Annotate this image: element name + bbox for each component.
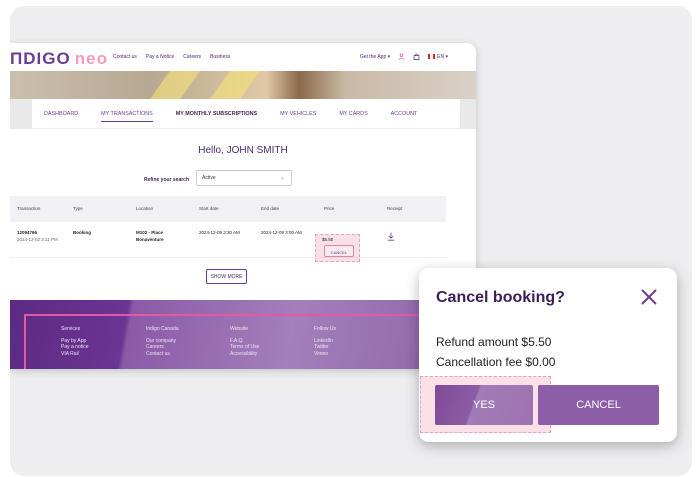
transaction-cell: 12094766 2024-12-02 3:11 PM: [17, 230, 58, 242]
screenshot-stage: ΠDIGO neo Contact us Pay a Notice Careers…: [10, 6, 692, 476]
footer-link[interactable]: Accessibility: [230, 351, 259, 357]
refine-label: Refine your search: [144, 177, 190, 183]
close-icon[interactable]: [639, 287, 659, 307]
modal-title: Cancel booking?: [436, 289, 565, 306]
table-row: 12094766 2024-12-02 3:11 PM Booking M102 …: [10, 222, 446, 258]
tab-my-vehicles[interactable]: MY VEHICLES: [280, 111, 316, 122]
column-header: Receipt: [387, 206, 403, 211]
row-cancel-button[interactable]: CANCEL: [324, 245, 354, 257]
account-tabs-bar: DASHBOARD MY TRANSACTIONS MY MONTHLY SUB…: [10, 99, 476, 129]
language-selector[interactable]: EN ▾: [428, 54, 448, 60]
footer-column-follow-us: Follow Us LinkedIn Twitter Vimeo: [314, 326, 336, 357]
page-greeting: Hello, JOHN SMITH: [198, 145, 288, 156]
top-nav-links: Contact us Pay a Notice Careers Business: [113, 54, 230, 60]
tab-my-monthly-subscriptions[interactable]: MY MONTHLY SUBSCRIPTIONS: [176, 111, 257, 122]
site-footer: Services Pay by App Pay a notice VIA Rai…: [10, 300, 476, 369]
footer-column-services: Services Pay by App Pay a notice VIA Rai…: [61, 326, 89, 357]
yes-button[interactable]: YES: [435, 385, 533, 425]
nav-link-careers[interactable]: Careers: [183, 54, 201, 60]
footer-column-indigo-canada: Indigo Canada Our company Careers Contac…: [146, 326, 179, 357]
refund-amount: Refund amount $5.50: [436, 335, 552, 349]
footer-link[interactable]: Pay a notice: [61, 344, 89, 350]
price-cell: $5.50: [322, 237, 334, 242]
nav-link-business[interactable]: Business: [210, 54, 230, 60]
brand-logo[interactable]: ΠDIGO neo: [10, 49, 108, 69]
footer-link[interactable]: VIA Rail: [61, 351, 89, 357]
footer-link[interactable]: Terms of Use: [230, 344, 259, 350]
end-date-cell: 2024-12-09 3:00 AM: [261, 230, 302, 235]
website-window: ΠDIGO neo Contact us Pay a Notice Careers…: [10, 43, 476, 369]
shopping-bag-icon[interactable]: [413, 53, 420, 60]
footer-link[interactable]: Vimeo: [314, 351, 336, 357]
tab-my-cards[interactable]: MY CARDS: [339, 111, 367, 122]
download-receipt-icon[interactable]: [387, 232, 395, 241]
cancel-booking-modal: Cancel booking? Refund amount $5.50 Canc…: [419, 268, 677, 442]
get-app-dropdown[interactable]: Get the App ▾: [360, 54, 390, 60]
user-icon[interactable]: [398, 53, 405, 60]
banner-stripe: [210, 71, 260, 99]
column-header: Location: [136, 206, 154, 211]
column-header: Start date: [199, 206, 219, 211]
cancel-button[interactable]: CANCEL: [538, 385, 659, 425]
footer-column-website: Website F.A.Q. Terms of Use Accessibilit…: [230, 326, 260, 357]
hero-banner: [10, 71, 476, 99]
price-highlight: $5.50 CANCEL: [315, 234, 360, 262]
tab-account[interactable]: ACCOUNT: [391, 111, 418, 122]
transactions-table-header: Transaction Type Location Start date End…: [10, 196, 446, 222]
column-header: End date: [261, 206, 280, 211]
column-header: Type: [73, 206, 83, 211]
chevron-down-icon: ⌄: [279, 175, 285, 181]
cancellation-fee: Cancellation fee $0.00: [436, 355, 556, 369]
column-header: Transaction: [17, 206, 41, 211]
show-more-button[interactable]: SHOW MORE: [206, 269, 247, 284]
top-nav-right: Get the App ▾ EN ▾: [360, 53, 448, 60]
tab-dashboard[interactable]: DASHBOARD: [44, 111, 78, 122]
top-navigation: ΠDIGO neo Contact us Pay a Notice Careers…: [10, 43, 476, 71]
footer-link[interactable]: Contact us: [146, 351, 179, 357]
tab-my-transactions[interactable]: MY TRANSACTIONS: [101, 111, 153, 122]
start-date-cell: 2024-12-09 2:30 AM: [199, 230, 240, 235]
location-cell: M102 - Place Bonaventure: [136, 230, 164, 242]
nav-link-contact[interactable]: Contact us: [113, 54, 137, 60]
column-header: Price: [324, 206, 335, 211]
banner-stripe: [150, 71, 200, 99]
canada-flag-icon: [428, 53, 436, 59]
nav-link-pay-notice[interactable]: Pay a Notice: [146, 54, 174, 60]
type-cell: Booking: [73, 230, 91, 235]
account-tabs: DASHBOARD MY TRANSACTIONS MY MONTHLY SUB…: [44, 111, 440, 122]
refine-status-select[interactable]: Active ⌄: [196, 170, 292, 186]
